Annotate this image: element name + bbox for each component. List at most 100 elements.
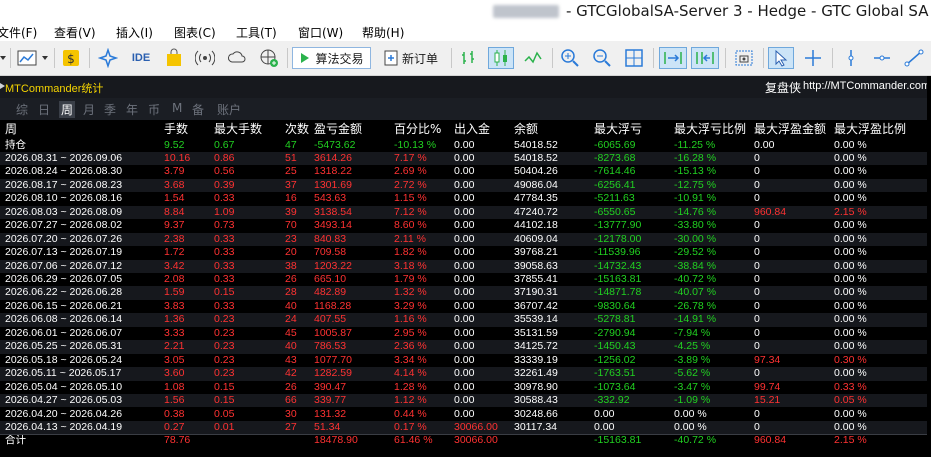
column-header[interactable]: 次数 (285, 122, 309, 137)
table-row[interactable]: 2026.08.31 ~ 2026.09.06 10.16 0.86 51 3614.2… (0, 151, 927, 166)
table-cell: 3.18 % (394, 259, 427, 272)
market-icon[interactable]: $ (60, 47, 82, 69)
tab-week[interactable]: 周 (59, 101, 76, 118)
totals-row[interactable]: 合计 78.76 18478.90 61.46 % 30066.00 -15163.81 -… (0, 434, 927, 447)
table-cell: 1203.22 (314, 259, 352, 272)
table-row[interactable]: 2026.05.04 ~ 2026.05.10 1.08 0.15 26 390.47 1… (0, 381, 927, 394)
table-row[interactable]: 2026.06.22 ~ 2026.06.28 1.59 0.15 28 482.89 1… (0, 286, 927, 300)
table-row[interactable]: 2026.05.11 ~ 2026.05.17 3.60 0.23 42 1282.59… (0, 367, 927, 381)
table-row[interactable]: 2026.06.15 ~ 2026.06.21 3.83 0.33 40 1168.28… (0, 300, 927, 313)
table-cell: 0 (754, 326, 760, 339)
tab-note[interactable]: 备 (192, 101, 204, 118)
menu-help[interactable]: 帮助(H) (362, 24, 404, 41)
column-header[interactable]: 最大浮盈金额 (754, 122, 826, 137)
table-row[interactable]: 2026.08.10 ~ 2026.08.16 1.54 0.33 16 543.63 1… (0, 192, 927, 205)
table-cell: 390.47 (314, 380, 347, 393)
table-row[interactable]: 2026.05.18 ~ 2026.05.24 3.05 0.23 43 1077.70… (0, 354, 927, 367)
cursor-icon[interactable] (768, 47, 794, 69)
candlestick-icon[interactable] (488, 47, 514, 69)
tab-day[interactable]: 日 (38, 101, 50, 118)
table-cell: 0 (754, 178, 760, 191)
trendline-icon[interactable] (901, 47, 927, 69)
tab-magic[interactable]: M (172, 101, 182, 115)
menu-view[interactable]: 查看(V) (54, 24, 96, 41)
experts-icon[interactable] (96, 47, 120, 69)
tab-month[interactable]: 月 (83, 101, 95, 118)
algo-trading-button[interactable]: 算法交易 (292, 47, 371, 69)
table-cell: 1005.87 (314, 326, 352, 339)
table-row[interactable]: 2026.08.17 ~ 2026.08.23 3.68 0.39 37 1301.69… (0, 178, 927, 193)
chart-profile-icon[interactable] (15, 47, 39, 69)
line-chart-icon[interactable] (521, 47, 545, 69)
table-cell: -5278.81 (594, 313, 636, 326)
table-cell: 30117.34 (514, 420, 558, 433)
column-header[interactable]: 最大手数 (214, 122, 262, 137)
table-cell: 26 (285, 380, 297, 393)
column-header[interactable]: 最大浮盈比例 (834, 122, 906, 137)
column-header[interactable]: 手数 (164, 122, 188, 137)
column-header[interactable]: 最大浮亏 (594, 122, 642, 137)
screenshot-icon[interactable] (732, 47, 756, 69)
tab-account[interactable]: 账户 (217, 101, 241, 118)
tab-composite[interactable]: 综 (16, 101, 28, 118)
table-row[interactable]: 2026.05.25 ~ 2026.05.31 2.21 0.23 40 786.53 2… (0, 340, 927, 354)
ide-button[interactable]: IDE (128, 47, 154, 69)
table-row[interactable]: 2026.07.06 ~ 2026.07.12 3.42 0.33 38 1203.22… (0, 259, 927, 273)
auto-scroll-icon[interactable] (659, 47, 687, 69)
table-row[interactable]: 2026.06.01 ~ 2026.06.07 3.33 0.23 45 1005.87… (0, 327, 927, 340)
tab-year[interactable]: 年 (126, 101, 138, 118)
shopping-bag-icon[interactable] (163, 47, 185, 69)
table-row[interactable]: 2026.08.24 ~ 2026.08.30 3.79 0.56 25 1318.22… (0, 165, 927, 178)
table-cell: 30 (285, 407, 297, 420)
bar-chart-icon[interactable] (458, 47, 480, 69)
table-cell: 54018.52 (514, 138, 558, 151)
table-cell: 97.34 (754, 353, 781, 366)
chart-shift-icon[interactable] (691, 47, 719, 69)
menu-tools[interactable]: 工具(T) (236, 24, 277, 41)
table-row[interactable]: 2026.08.03 ~ 2026.08.09 8.84 1.09 39 3138.54… (0, 205, 927, 220)
column-header[interactable]: 余额 (514, 122, 538, 137)
column-header[interactable]: 盈亏金额 (314, 122, 362, 137)
tile-windows-icon[interactable] (622, 47, 646, 69)
tab-quarter[interactable]: 季 (104, 101, 116, 118)
tab-currency[interactable]: 币 (148, 101, 160, 118)
table-row[interactable]: 2026.04.27 ~ 2026.05.03 1.56 0.15 66 339.77 1… (0, 394, 927, 408)
chart-profile-dropdown-arrow[interactable] (40, 47, 50, 69)
table-cell: 786.53 (314, 340, 347, 353)
menu-insert[interactable]: 插入(I) (116, 24, 153, 41)
table-row[interactable]: 2026.06.08 ~ 2026.06.14 1.36 0.23 24 407.55 1… (0, 313, 927, 327)
menu-file[interactable]: 文件(F) (0, 24, 37, 41)
table-row[interactable]: 2026.07.27 ~ 2026.08.02 9.37 0.73 70 3493.14… (0, 219, 927, 232)
zoom-in-icon[interactable] (558, 47, 582, 69)
table-cell: 2026.06.29 ~ 2026.07.05 (5, 273, 123, 285)
table-row[interactable]: 2026.04.13 ~ 2026.04.19 0.27 0.01 27 51.34 0.… (0, 420, 927, 435)
table-row[interactable]: 2026.04.20 ~ 2026.04.26 0.38 0.05 30 131.32 0… (0, 408, 927, 421)
new-order-button[interactable]: 新订单 (379, 47, 443, 69)
right-url-link[interactable]: http://MTCommander.com (803, 80, 930, 92)
open-positions-row[interactable]: 持仓 9.52 0.67 47 -5473.62 -10.13 % 0.00 54018.52… (0, 139, 927, 152)
column-header[interactable]: 最大浮亏比例 (674, 122, 746, 137)
crosshair-icon[interactable] (801, 47, 825, 69)
column-header[interactable]: 百分比% (394, 122, 441, 137)
table-cell: -16.28 % (674, 151, 717, 164)
column-header[interactable]: 出入金 (454, 122, 490, 137)
zoom-out-icon[interactable] (590, 47, 614, 69)
table-cell: 30588.43 (514, 394, 558, 407)
vertical-line-icon[interactable] (840, 47, 862, 69)
table-row[interactable]: 2026.07.20 ~ 2026.07.26 2.38 0.33 23 840.83 2… (0, 232, 927, 247)
table-cell: 0.00 (454, 326, 475, 339)
column-header[interactable]: 周 (5, 122, 17, 137)
table-row[interactable]: 2026.06.29 ~ 2026.07.05 2.08 0.33 26 665.10 1… (0, 273, 927, 286)
signal-broadcast-icon[interactable] (194, 47, 216, 69)
table-cell: 1.16 % (394, 313, 427, 326)
menu-window[interactable]: 窗口(W) (298, 24, 343, 41)
community-globe-icon[interactable] (258, 47, 280, 69)
table-cell: 44102.18 (514, 219, 558, 232)
new-chart-dropdown-arrow[interactable] (0, 47, 8, 69)
menu-charts[interactable]: 图表(C) (174, 24, 216, 41)
table-cell: 960.84 (754, 434, 787, 447)
horizontal-line-icon[interactable] (870, 47, 894, 69)
table-cell: 3.79 (164, 165, 185, 178)
vps-cloud-icon[interactable] (226, 47, 248, 69)
table-row[interactable]: 2026.07.13 ~ 2026.07.19 1.72 0.33 20 709.58 1… (0, 246, 927, 259)
